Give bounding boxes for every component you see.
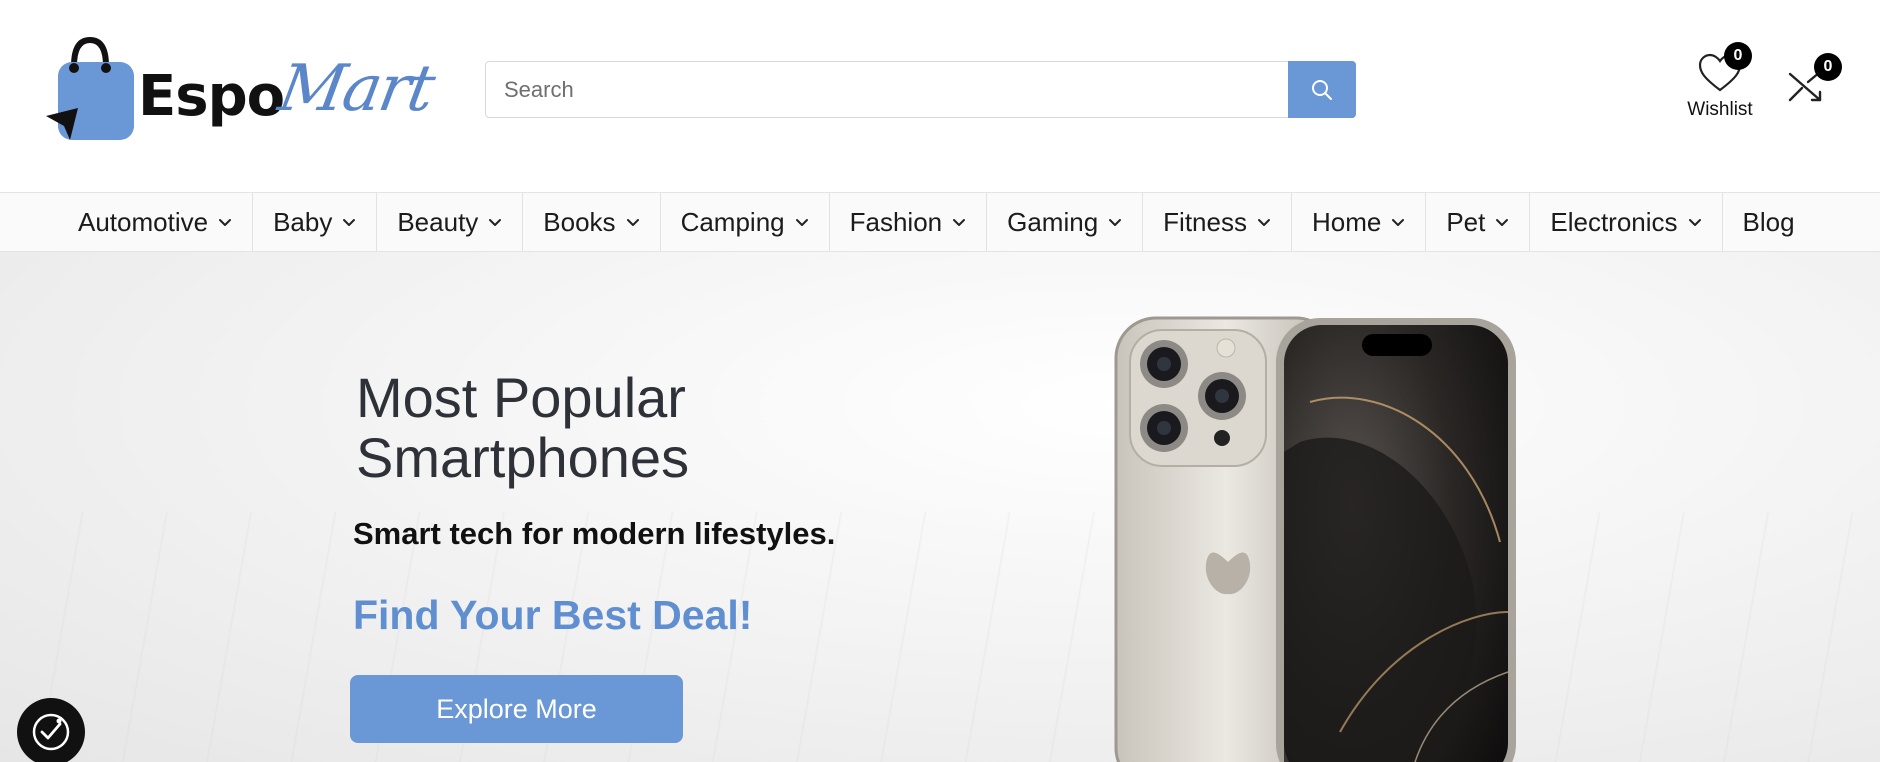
nav-item-label: Blog [1742, 207, 1795, 237]
shopping-bag-icon [46, 36, 134, 140]
nav-item-label: Camping [680, 207, 785, 237]
nav-item-baby[interactable]: Baby [253, 193, 378, 252]
nav-item-beauty[interactable]: Beauty [377, 193, 524, 252]
wishlist-button[interactable]: 0 Wishlist [1680, 42, 1760, 122]
chevron-down-icon [1108, 218, 1122, 228]
accessibility-button[interactable] [17, 698, 85, 762]
nav-item-electronics[interactable]: Electronics [1530, 193, 1723, 252]
search-bar [485, 61, 1356, 118]
nav-item-blog[interactable]: Blog [1723, 193, 1815, 252]
wishlist-label: Wishlist [1687, 99, 1753, 120]
chevron-down-icon [218, 218, 232, 228]
nav-item-label: Books [543, 207, 616, 237]
hero-title-line-1: Most Popular [356, 366, 686, 429]
search-input[interactable] [486, 62, 1288, 117]
nav-item-camping[interactable]: Camping [661, 193, 830, 252]
chevron-down-icon [1391, 218, 1405, 228]
nav-item-fitness[interactable]: Fitness [1143, 193, 1292, 252]
site-logo[interactable]: Espo Mart [44, 36, 439, 146]
accessibility-icon [32, 713, 70, 751]
logo-text-script: Mart [273, 52, 439, 126]
hero-title-line-2: Smartphones [356, 426, 690, 489]
nav-item-label: Baby [273, 207, 333, 237]
search-button[interactable] [1288, 61, 1356, 118]
chevron-down-icon [626, 218, 640, 228]
nav-item-label: Automotive [78, 207, 209, 237]
nav-item-label: Fitness [1163, 207, 1247, 237]
compare-count-badge: 0 [1814, 53, 1842, 81]
nav-item-label: Home [1311, 207, 1382, 237]
nav-item-label: Beauty [397, 207, 479, 237]
chevron-down-icon [488, 218, 502, 228]
search-icon [1312, 79, 1332, 100]
compare-button[interactable]: 0 [1786, 53, 1842, 106]
explore-more-button[interactable]: Explore More [350, 675, 683, 743]
hero-deal-text: Find Your Best Deal! [353, 592, 753, 638]
nav-item-label: Electronics [1550, 207, 1678, 237]
chevron-down-icon [1257, 218, 1271, 228]
nav-item-books[interactable]: Books [523, 193, 661, 252]
smartphone-image [1114, 316, 1516, 762]
chevron-down-icon [952, 218, 966, 228]
nav-item-label: Pet [1446, 207, 1486, 237]
chevron-down-icon [342, 218, 356, 228]
wishlist-count-badge: 0 [1724, 42, 1752, 70]
hero-banner: Most Popular Smartphones Smart tech for … [0, 252, 1880, 762]
hero-title: Most Popular Smartphones [356, 368, 956, 488]
hero-subtitle: Smart tech for modern lifestyles. [353, 516, 836, 551]
chevron-down-icon [1495, 218, 1509, 228]
category-nav-list: Automotive Baby Beauty Books Camping Fashion G… [58, 193, 1815, 252]
nav-item-automotive[interactable]: Automotive [58, 193, 254, 252]
chevron-down-icon [795, 218, 809, 228]
nav-item-home[interactable]: Home [1292, 193, 1427, 252]
nav-item-label: Fashion [849, 207, 943, 237]
nav-item-fashion[interactable]: Fashion [830, 193, 988, 252]
nav-item-label: Gaming [1007, 207, 1099, 237]
logo-text-primary: Espo [138, 64, 285, 129]
site-header: Espo Mart 0 Wishlist 0 [0, 0, 1880, 192]
hero-background-floor [0, 512, 1880, 762]
category-nav: Automotive Baby Beauty Books Camping Fashion G… [0, 192, 1880, 252]
chevron-down-icon [1688, 218, 1702, 228]
nav-item-pet[interactable]: Pet [1426, 193, 1531, 252]
nav-item-gaming[interactable]: Gaming [987, 193, 1144, 252]
